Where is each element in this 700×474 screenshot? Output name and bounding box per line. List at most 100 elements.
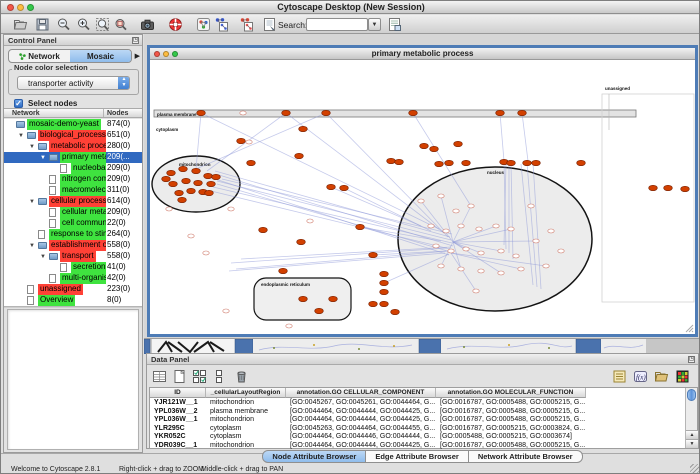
attribute-list-icon[interactable] — [612, 369, 627, 384]
network-canvas[interactable]: plasma membrane cytoplasm mitochondrion … — [150, 60, 695, 334]
network-node-selected[interactable] — [507, 160, 516, 165]
network-node-selected[interactable] — [518, 110, 527, 115]
float-panel-icon[interactable]: ◳ — [132, 37, 139, 44]
network-node[interactable] — [286, 324, 292, 328]
network-node-selected[interactable] — [391, 309, 400, 314]
table-row[interactable]: YPL036W__1mitochondrion[GO:0044464, GO:0… — [150, 415, 684, 424]
tab-overflow-arrow[interactable]: ▶ — [135, 52, 140, 60]
snapshot-camera-icon[interactable] — [140, 17, 155, 32]
scroll-down-icon[interactable]: ▼ — [686, 439, 698, 448]
network-node-selected[interactable] — [187, 188, 196, 193]
network-node-selected[interactable] — [237, 138, 246, 143]
network-node[interactable] — [508, 227, 514, 231]
scroll-up-icon[interactable]: ▲ — [686, 430, 698, 439]
network-node-selected[interactable] — [297, 239, 306, 244]
table-column-header[interactable]: annotation.GO CELLULAR_COMPONENT — [286, 388, 436, 398]
table-column-header[interactable]: annotation.GO MOLECULAR_FUNCTION — [436, 388, 586, 398]
network-node-selected[interactable] — [356, 224, 365, 229]
tree-row[interactable]: ▼primary metabo209(... — [4, 152, 142, 163]
expand-arrow-icon[interactable]: ▼ — [29, 241, 35, 251]
table-row[interactable]: YPL036W__2plasma membrane[GO:0044464, GO… — [150, 407, 684, 416]
network-node[interactable] — [228, 207, 234, 211]
network-node-selected[interactable] — [179, 166, 188, 171]
network-node-selected[interactable] — [279, 268, 288, 273]
zoom-fit-icon[interactable] — [95, 17, 110, 32]
network-node-selected[interactable] — [162, 176, 171, 181]
network-node-selected[interactable] — [197, 110, 206, 115]
birdseye-view[interactable] — [7, 309, 139, 450]
network-node-selected[interactable] — [430, 146, 439, 151]
network-node-selected[interactable] — [380, 271, 389, 276]
network-view-titlebar[interactable]: primary metabolic process — [150, 48, 695, 60]
table-vertical-scrollbar[interactable]: ▲ ▼ — [685, 388, 697, 448]
network-node[interactable] — [468, 204, 474, 208]
plugin-layout-red-icon[interactable] — [239, 17, 254, 32]
network-node-selected[interactable] — [380, 301, 389, 306]
tree-splitter[interactable] — [4, 306, 142, 308]
network-node[interactable] — [443, 229, 449, 233]
network-node-selected[interactable] — [192, 168, 201, 173]
network-node[interactable] — [473, 289, 479, 293]
network-node[interactable] — [518, 267, 524, 271]
network-node-selected[interactable] — [380, 280, 389, 285]
network-node-selected[interactable] — [327, 184, 336, 189]
search-dropdown-icon[interactable]: ▼ — [368, 18, 381, 31]
network-node[interactable] — [558, 249, 564, 253]
node-color-dropdown[interactable]: transporter activity ▲▼ — [17, 76, 130, 90]
select-attributes-icon[interactable] — [192, 369, 207, 384]
zoom-out-icon[interactable] — [56, 17, 71, 32]
annotation-doc-icon[interactable] — [262, 17, 277, 32]
tree-row[interactable]: Overview8(0) — [4, 295, 142, 306]
table-column-header[interactable]: _cellularLayoutRegion — [206, 388, 286, 398]
table-row[interactable]: YLR295Ccytoplasm[GO:0045263, GO:0044464,… — [150, 424, 684, 433]
network-node-selected[interactable] — [259, 227, 268, 232]
network-node[interactable] — [240, 111, 246, 115]
network-node[interactable] — [307, 219, 313, 223]
tree-row[interactable]: multi-organism pro42(0) — [4, 273, 142, 284]
tree-row[interactable]: ▼biological_process651(0) — [4, 130, 142, 141]
tab-edge-attribute-browser[interactable]: Edge Attribute Browser — [366, 450, 468, 463]
network-node[interactable] — [543, 264, 549, 268]
network-node[interactable] — [493, 224, 499, 228]
expand-arrow-icon[interactable]: ▼ — [40, 153, 46, 163]
network-node-selected[interactable] — [395, 159, 404, 164]
network-node-selected[interactable] — [295, 153, 304, 158]
network-node[interactable] — [498, 271, 504, 275]
window-resize-grip[interactable] — [690, 464, 700, 474]
network-node-selected[interactable] — [212, 174, 221, 179]
network-node-selected[interactable] — [532, 160, 541, 165]
view-resize-grip[interactable] — [686, 325, 693, 332]
table-row[interactable]: YKR052Ccytoplasm[GO:0044464, GO:0044446,… — [150, 432, 684, 441]
network-node[interactable] — [246, 140, 252, 144]
tab-mosaic[interactable]: Mosaic — [70, 50, 131, 62]
network-node-selected[interactable] — [340, 185, 349, 190]
network-node[interactable] — [478, 251, 484, 255]
network-node[interactable] — [478, 269, 484, 273]
expand-arrow-icon[interactable]: ▼ — [18, 131, 24, 141]
tree-row[interactable]: ▼metabolic process280(0) — [4, 141, 142, 152]
import-attributes-icon[interactable] — [654, 369, 669, 384]
network-node-selected[interactable] — [420, 143, 429, 148]
network-node[interactable] — [458, 267, 464, 271]
network-node-selected[interactable] — [194, 180, 203, 185]
function-builder-icon[interactable]: f(x) — [633, 369, 648, 384]
network-node[interactable] — [428, 224, 434, 228]
tab-network-attribute-browser[interactable]: Network Attribute Browser — [469, 450, 583, 463]
network-node-selected[interactable] — [175, 190, 184, 195]
tree-row[interactable]: ▼establishment of lo558(0) — [4, 240, 142, 251]
network-node[interactable] — [498, 249, 504, 253]
network-node-selected[interactable] — [167, 170, 176, 175]
network-node-selected[interactable] — [577, 160, 586, 165]
new-attribute-icon[interactable] — [172, 369, 187, 384]
scrollbar-thumb[interactable] — [687, 389, 696, 401]
tree-row[interactable]: secretion41(0) — [4, 262, 142, 273]
save-icon[interactable] — [35, 17, 50, 32]
network-node-selected[interactable] — [299, 296, 308, 301]
network-node[interactable] — [533, 239, 539, 243]
minimized-windows-strip[interactable] — [144, 338, 699, 353]
network-node-selected[interactable] — [496, 110, 505, 115]
tab-network[interactable]: Network — [9, 50, 70, 62]
network-node[interactable] — [438, 194, 444, 198]
network-node-selected[interactable] — [207, 181, 216, 186]
network-view-window[interactable]: primary metabolic process plasma membran… — [147, 45, 698, 337]
